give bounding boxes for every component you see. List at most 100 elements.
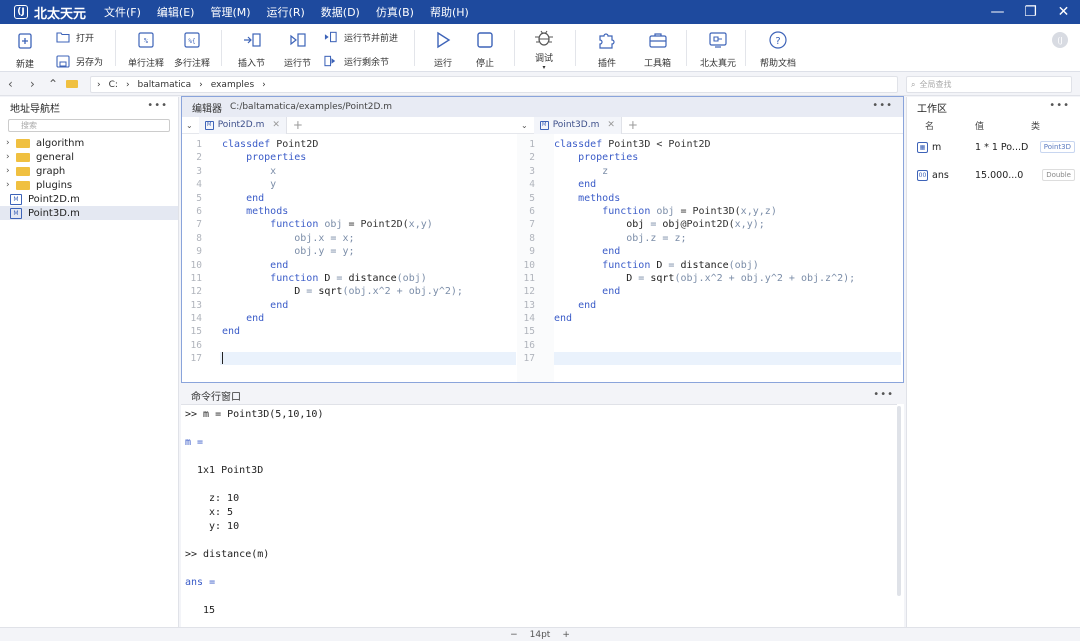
run-remaining-button[interactable]: 运行剩余节 [324,54,389,68]
toolbar-divider [414,30,415,66]
code-line: function D = distance(obj) [270,272,427,284]
stop-button[interactable]: 停止 [474,29,496,69]
address-path[interactable]: › C: › baltamatica › examples › [90,76,898,93]
code-line: z [602,165,609,177]
title-bar: (J 北太天元 文件(F) 编辑(E) 管理(M) 运行(R) 数据(D) 仿真… [0,0,1080,24]
chevron-down-icon[interactable]: ⌄ [521,121,528,130]
single-comment-button[interactable]: % 单行注释 [128,29,164,69]
open-button[interactable]: 打开 [56,30,94,44]
more-icon[interactable]: ••• [147,100,168,111]
menu-file[interactable]: 文件(F) [104,4,141,20]
save-as-button[interactable]: 另存为 [56,54,103,68]
menu-edit[interactable]: 编辑(E) [157,4,195,20]
new-button[interactable]: 新建 [14,30,36,70]
logo-mark: (J [14,5,28,19]
cmd-line: 1x1 Point3D [197,465,264,476]
line-number: 9 [529,246,535,258]
chevron-right-icon[interactable]: › [6,152,16,162]
toolbox-button[interactable]: 工具箱 [644,29,671,69]
debug-button[interactable]: 调试 ▾ [533,27,555,71]
close-tab-icon[interactable]: ✕ [607,120,615,130]
chevron-right-icon[interactable]: › [6,166,16,176]
add-tab-icon[interactable]: + [628,118,638,132]
file-search-input[interactable]: 搜索 [8,119,170,132]
run-section-advance-button[interactable]: 运行节并前进 [324,30,398,44]
tree-item-point3d[interactable]: M Point3D.m [0,206,178,220]
menu-manage[interactable]: 管理(M) [210,4,250,20]
line-number: 15 [523,326,535,338]
line-number: 4 [529,179,535,191]
user-avatar[interactable]: (J [1052,32,1068,48]
toolbar: 新建 打开 另存为 % 单行注释 %{ 多行注释 插入节 运行节 运行节并前进 … [0,24,1080,72]
close-tab-icon[interactable]: ✕ [272,120,280,130]
tab-point2d[interactable]: M Point2D.m ✕ [198,116,287,134]
tab-point3d[interactable]: M Point3D.m ✕ [533,116,622,134]
command-output[interactable]: >> m = Point3D(5,10,10) m = 1x1 Point3D … [181,404,897,627]
run-section-button[interactable]: 运行节 [284,29,311,69]
line-number: 2 [529,152,535,164]
zoom-out-button[interactable]: − [510,630,518,640]
minimize-icon[interactable]: — [981,4,1014,20]
panel-header: 地址导航栏 ••• [10,100,168,115]
code-line: x [270,165,277,177]
object-variable-icon: ▦ [917,142,928,153]
code-line: end [270,259,289,271]
tree-item-plugins[interactable]: › plugins [0,178,178,192]
line-number: 13 [190,299,202,311]
tree-item-point2d[interactable]: M Point2D.m [0,192,178,206]
scrollbar[interactable] [897,406,901,596]
add-tab-icon[interactable]: + [293,118,303,132]
tree-item-algorithm[interactable]: › algorithm [0,136,178,150]
up-icon[interactable]: ⌃ [48,77,58,91]
menu-run[interactable]: 运行(R) [267,4,305,20]
new-file-icon [14,30,36,52]
workspace-row[interactable]: 00 ans 15.000...0 Double [907,167,1080,187]
folder-icon [56,30,70,44]
run-advance-icon [324,30,338,44]
breadcrumb-item[interactable]: C: [109,80,118,90]
tree-item-general[interactable]: › general [0,150,178,164]
address-bar: ‹ › ⌃ › C: › baltamatica › examples › ⌕ … [0,72,1080,96]
column-header-class[interactable]: 类 [1031,119,1040,132]
insert-section-button[interactable]: 插入节 [238,29,265,69]
breadcrumb-item[interactable]: baltamatica [138,80,192,90]
breadcrumb-item[interactable]: examples [211,80,254,90]
toolbar-divider [221,30,222,66]
menu-data[interactable]: 数据(D) [321,4,360,20]
restore-icon[interactable]: ❐ [1014,4,1047,20]
workspace-row[interactable]: ▦ m 1 * 1 Po...D Point3D [907,139,1080,159]
back-icon[interactable]: ‹ [8,77,13,91]
code-editor-point2d[interactable]: classdef Point2D properties x y end meth… [222,138,516,366]
more-icon[interactable]: ••• [872,100,893,111]
close-icon[interactable]: ✕ [1047,4,1080,20]
code-line: obj.y = y; [294,246,355,258]
column-header-value[interactable]: 值 [975,119,984,132]
line-numbers-right: 1 2 3 4 5 6 7 8 9 10 11 12 13 14 15 16 17 [505,138,535,366]
run-button[interactable]: 运行 [432,29,454,69]
code-line: end [602,286,621,298]
help-docs-button[interactable]: ? 帮助文档 [760,29,796,69]
chevron-down-icon[interactable]: ⌄ [186,121,193,130]
beitai-sim-button[interactable]: 北太真元 [700,29,736,69]
line-number: 14 [190,313,202,325]
cmd-line: z: 10 [209,493,240,504]
zoom-in-button[interactable]: + [562,630,570,640]
more-icon[interactable]: ••• [1049,100,1070,111]
code-line: function D = distance(obj) [602,259,759,271]
menu-help[interactable]: 帮助(H) [430,4,469,20]
forward-icon[interactable]: › [30,77,35,91]
chevron-right-icon[interactable]: › [6,180,16,190]
code-editor-point3d[interactable]: classdef Point3D < Point2D properties z … [554,138,900,366]
global-search-input[interactable]: ⌕ 全局查找 [906,76,1072,93]
tree-item-graph[interactable]: › graph [0,164,178,178]
plugins-button[interactable]: 插件 [596,29,618,69]
more-icon[interactable]: ••• [873,389,894,400]
menu-simulation[interactable]: 仿真(B) [376,4,414,20]
comment-icon: % [135,29,157,51]
multi-comment-button[interactable]: %{ 多行注释 [174,29,210,69]
help-icon: ? [767,29,789,51]
line-number: 8 [529,232,535,244]
column-header-name[interactable]: 名 [925,119,934,132]
chevron-right-icon[interactable]: › [6,138,16,148]
